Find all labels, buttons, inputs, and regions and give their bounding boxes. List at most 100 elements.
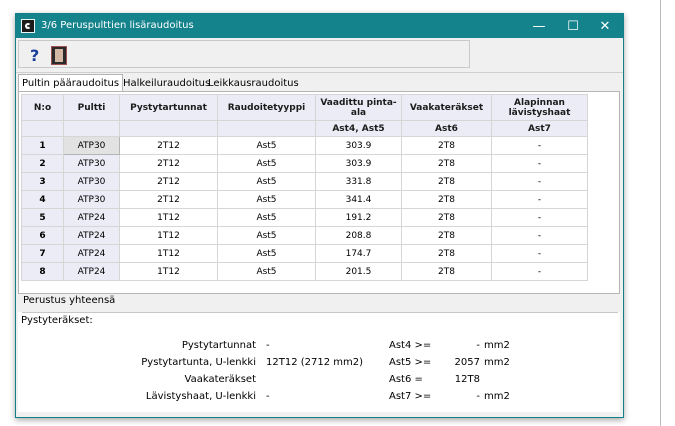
table-row[interactable]: 8 ATP24 1T12 Ast5 201.5 2T8- bbox=[21, 262, 588, 281]
subheader-cell: Ast7 bbox=[491, 120, 588, 137]
table-cell[interactable]: Ast5 bbox=[217, 208, 316, 227]
table-cell[interactable]: 2T12 bbox=[119, 172, 218, 191]
table-cell[interactable]: 174.7 bbox=[315, 244, 402, 263]
table-cell[interactable]: 2T8 bbox=[401, 262, 492, 281]
column-header[interactable]: Pultti bbox=[63, 94, 120, 121]
subheader-cell bbox=[63, 120, 120, 137]
column-header[interactable]: Alapinnan lävistyshaat bbox=[491, 94, 588, 121]
table-cell[interactable]: 1T12 bbox=[119, 244, 218, 263]
row-number-cell[interactable]: 3 bbox=[21, 172, 64, 191]
table-cell[interactable]: Ast5 bbox=[217, 244, 316, 263]
column-header[interactable]: Raudoitetyyppi bbox=[217, 94, 316, 121]
table-cell[interactable]: 2T8 bbox=[401, 190, 492, 209]
row-number-cell[interactable]: 1 bbox=[21, 136, 64, 155]
tab-halkeiluraudoitus[interactable]: Halkeiluraudoitus bbox=[120, 76, 213, 91]
table-cell[interactable]: Ast5 bbox=[217, 190, 316, 209]
table-cell[interactable]: 2T8 bbox=[401, 208, 492, 227]
summary-unit: mm2 bbox=[484, 391, 510, 402]
table-row[interactable]: 3 ATP30 2T12 Ast5 331.8 2T8- bbox=[21, 172, 588, 191]
row-number-cell[interactable]: 8 bbox=[21, 262, 64, 281]
maximize-button[interactable]: ☐ bbox=[555, 14, 591, 38]
pultti-cell[interactable]: ATP24 bbox=[63, 226, 120, 245]
table-cell[interactable]: 2T8 bbox=[401, 154, 492, 173]
table-cell[interactable]: 1T12 bbox=[119, 208, 218, 227]
table-cell[interactable]: Ast5 bbox=[217, 136, 316, 155]
row-number-cell[interactable]: 5 bbox=[21, 208, 64, 227]
summary-ast-label: Ast6 = bbox=[389, 374, 423, 385]
column-header[interactable]: Vaadittu pinta-ala bbox=[315, 94, 402, 121]
row-number-cell[interactable]: 2 bbox=[21, 154, 64, 173]
table-cell[interactable]: 2T12 bbox=[119, 190, 218, 209]
table-cell[interactable]: 2T8 bbox=[401, 172, 492, 191]
subheader-cell: Ast6 bbox=[401, 120, 492, 137]
title-bar[interactable]: 3/6 Peruspulttien lisäraudoitus — ☐ ✕ bbox=[16, 14, 623, 38]
pultti-cell[interactable]: ATP30 bbox=[63, 154, 120, 173]
table-row[interactable]: 5 ATP24 1T12 Ast5 191.2 2T8- bbox=[21, 208, 588, 227]
table-cell[interactable]: - bbox=[491, 190, 588, 209]
table-cell[interactable]: - bbox=[491, 208, 588, 227]
table-cell[interactable]: - bbox=[491, 262, 588, 281]
table-cell[interactable]: 331.8 bbox=[315, 172, 402, 191]
summary-label: Pystytartunnat bbox=[181, 340, 256, 351]
minimize-button[interactable]: — bbox=[521, 14, 557, 38]
column-header[interactable]: Vaakateräkset bbox=[401, 94, 492, 121]
table-cell[interactable]: 303.9 bbox=[315, 154, 402, 173]
subheader-cell bbox=[119, 120, 218, 137]
row-number-cell[interactable]: 6 bbox=[21, 226, 64, 245]
help-button[interactable]: ? bbox=[30, 46, 39, 65]
row-number-cell[interactable]: 4 bbox=[21, 190, 64, 209]
table-cell[interactable]: Ast5 bbox=[217, 262, 316, 281]
table-row[interactable]: 2 ATP30 2T12 Ast5 303.9 2T8- bbox=[21, 154, 588, 173]
pultti-cell[interactable]: ATP24 bbox=[63, 244, 120, 263]
summary-section-label: Pystyteräkset: bbox=[21, 315, 93, 326]
table-cell[interactable]: 341.4 bbox=[315, 190, 402, 209]
table-cell[interactable]: Ast5 bbox=[217, 172, 316, 191]
dialog-window: 3/6 Peruspulttien lisäraudoitus — ☐ ✕ ? … bbox=[15, 13, 624, 418]
table-cell[interactable]: - bbox=[491, 172, 588, 191]
table-cell[interactable]: 2T8 bbox=[401, 226, 492, 245]
table-cell[interactable]: - bbox=[491, 244, 588, 263]
pultti-cell[interactable]: ATP30 bbox=[63, 136, 120, 155]
table-cell[interactable]: 201.5 bbox=[315, 262, 402, 281]
pultti-cell[interactable]: ATP24 bbox=[63, 208, 120, 227]
table-row[interactable]: 1 ATP30 2T12 Ast5 303.9 2T8- bbox=[21, 136, 588, 155]
close-button[interactable]: ✕ bbox=[587, 14, 623, 38]
column-header[interactable]: Pystytartunnat bbox=[119, 94, 218, 121]
exit-door-icon[interactable] bbox=[51, 46, 67, 65]
table-cell[interactable]: - bbox=[491, 226, 588, 245]
row-number-cell[interactable]: 7 bbox=[21, 244, 64, 263]
table-cell[interactable]: 2T8 bbox=[401, 136, 492, 155]
table-cell[interactable]: - bbox=[491, 154, 588, 173]
toolbar-group: ? bbox=[18, 40, 470, 68]
table-cell[interactable]: 2T12 bbox=[119, 136, 218, 155]
table-cell[interactable]: 1T12 bbox=[119, 226, 218, 245]
table-cell[interactable]: - bbox=[491, 136, 588, 155]
pultti-cell[interactable]: ATP24 bbox=[63, 262, 120, 281]
table-row[interactable]: 4 ATP30 2T12 Ast5 341.4 2T8- bbox=[21, 190, 588, 209]
table-cell[interactable]: 1T12 bbox=[119, 262, 218, 281]
table-cell[interactable]: 2T8 bbox=[401, 244, 492, 263]
tab-leikkausraudoitus[interactable]: Leikkausraudoitus bbox=[205, 76, 302, 91]
table-cell[interactable]: 303.9 bbox=[315, 136, 402, 155]
pultti-cell[interactable]: ATP30 bbox=[63, 172, 120, 191]
summary-value: - bbox=[266, 340, 270, 351]
subheader-cell bbox=[217, 120, 316, 137]
table-cell[interactable]: 2T12 bbox=[119, 154, 218, 173]
subheader-cell bbox=[21, 120, 64, 137]
summary-section: Perustus yhteensä Pystyteräkset: Pystyta… bbox=[18, 294, 620, 414]
summary-amount: 12T8 bbox=[454, 374, 480, 385]
pultti-cell[interactable]: ATP30 bbox=[63, 190, 120, 209]
summary-label: Vaakateräkset bbox=[184, 374, 256, 385]
summary-unit: mm2 bbox=[484, 340, 510, 351]
table-cell[interactable]: Ast5 bbox=[217, 154, 316, 173]
table-cell[interactable]: 191.2 bbox=[315, 208, 402, 227]
summary-label: Pystytartunta, U-lenkki bbox=[141, 357, 256, 368]
table-row[interactable]: 7 ATP24 1T12 Ast5 174.7 2T8- bbox=[21, 244, 588, 263]
summary-amount: - bbox=[476, 340, 480, 351]
table-row[interactable]: 6 ATP24 1T12 Ast5 208.8 2T8- bbox=[21, 226, 588, 245]
table-cell[interactable]: 208.8 bbox=[315, 226, 402, 245]
subheader-cell: Ast4, Ast5 bbox=[315, 120, 402, 137]
table-cell[interactable]: Ast5 bbox=[217, 226, 316, 245]
column-header[interactable]: N:o bbox=[21, 94, 64, 121]
summary-amount: 2057 bbox=[454, 357, 480, 368]
